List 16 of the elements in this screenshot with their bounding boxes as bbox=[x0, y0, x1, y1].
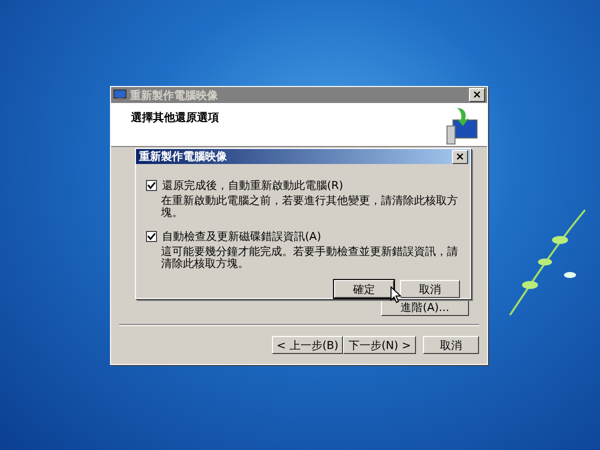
cancel-button[interactable]: 取消 bbox=[423, 336, 479, 354]
checkbox[interactable] bbox=[146, 180, 157, 191]
checkbox-label: 還原完成後，自動重新啟動此電腦(R) bbox=[162, 178, 344, 193]
checkbox[interactable] bbox=[146, 231, 157, 242]
page-heading: 選擇其他還原選項 bbox=[131, 110, 219, 125]
next-button[interactable]: 下一步(N) > bbox=[343, 336, 416, 354]
close-button[interactable]: × bbox=[469, 88, 485, 102]
ok-button[interactable]: 確定 bbox=[334, 280, 394, 298]
cancel-button[interactable]: 取消 bbox=[400, 280, 460, 298]
dialog-title: 重新製作電腦映像 bbox=[139, 149, 228, 164]
option-description: 這可能要幾分鐘才能完成。若要手動檢查並更新錯誤資訊，請清除此核取方塊。 bbox=[160, 246, 459, 270]
checkbox-label: 自動檢查及更新磁碟錯誤資訊(A) bbox=[162, 229, 322, 244]
window-title: 重新製作電腦映像 bbox=[130, 88, 219, 102]
back-button[interactable]: < 上一步(B) bbox=[272, 336, 344, 354]
option-description: 在重新啟動此電腦之前，若要進行其他變更，請清除此核取方塊。 bbox=[160, 195, 459, 219]
close-button[interactable]: × bbox=[452, 150, 468, 164]
